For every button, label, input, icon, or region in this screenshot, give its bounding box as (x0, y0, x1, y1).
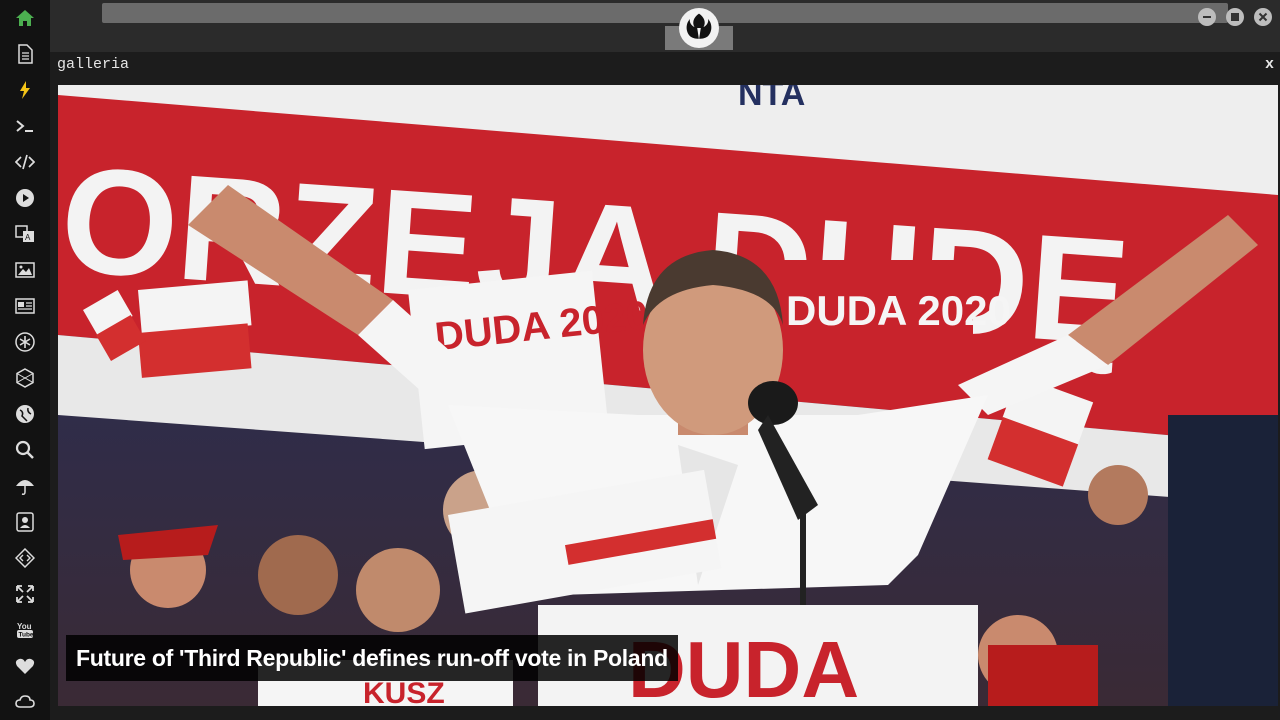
left-sidebar: A You Tube (0, 0, 50, 720)
diamond-code-icon[interactable] (13, 546, 37, 570)
youtube-icon[interactable]: You Tube (13, 618, 37, 642)
cloud-icon[interactable] (13, 690, 37, 714)
panel-close-button[interactable]: x (1265, 56, 1274, 73)
svg-text:A: A (25, 233, 31, 242)
translate-icon[interactable]: A (13, 222, 37, 246)
hexagon-icon[interactable] (13, 366, 37, 390)
close-window-button[interactable] (1254, 8, 1272, 26)
asterisk-icon[interactable] (13, 330, 37, 354)
image-icon[interactable] (13, 258, 37, 282)
minimize-button[interactable] (1198, 8, 1216, 26)
news-icon[interactable] (13, 294, 37, 318)
lightning-icon[interactable] (13, 78, 37, 102)
photo-caption: Future of 'Third Republic' defines run-o… (66, 635, 678, 681)
search-icon[interactable] (13, 438, 37, 462)
campaign-sign-2: DUDA 2020 (786, 287, 1011, 334)
address-bar[interactable] (102, 3, 1228, 23)
gallery-photo[interactable]: NTA ORZEJA DUDĘ DUDA 2020 DUDA 2020 DUDA… (58, 85, 1278, 706)
terminal-icon[interactable] (13, 114, 37, 138)
heart-icon[interactable] (13, 654, 37, 678)
panel-header: galleria x (50, 52, 1280, 82)
code-icon[interactable] (13, 150, 37, 174)
gallery-panel: galleria x NTA ORZEJA DUDĘ DUDA 2020 DUD… (50, 52, 1280, 720)
globe-icon[interactable] (13, 402, 37, 426)
contact-card-icon[interactable] (13, 510, 37, 534)
svg-text:You: You (17, 622, 32, 631)
document-icon[interactable] (13, 42, 37, 66)
rebel-alliance-logo-icon[interactable] (679, 8, 719, 48)
maximize-button[interactable] (1226, 8, 1244, 26)
play-icon[interactable] (13, 186, 37, 210)
home-icon[interactable] (13, 6, 37, 30)
campaign-sign-4: KUSZ (363, 677, 445, 706)
top-bar (50, 0, 1280, 52)
banner-top-text: NTA (738, 85, 805, 113)
expand-icon[interactable] (13, 582, 37, 606)
panel-title: galleria (57, 56, 130, 73)
umbrella-icon[interactable] (13, 474, 37, 498)
svg-text:Tube: Tube (19, 632, 34, 639)
